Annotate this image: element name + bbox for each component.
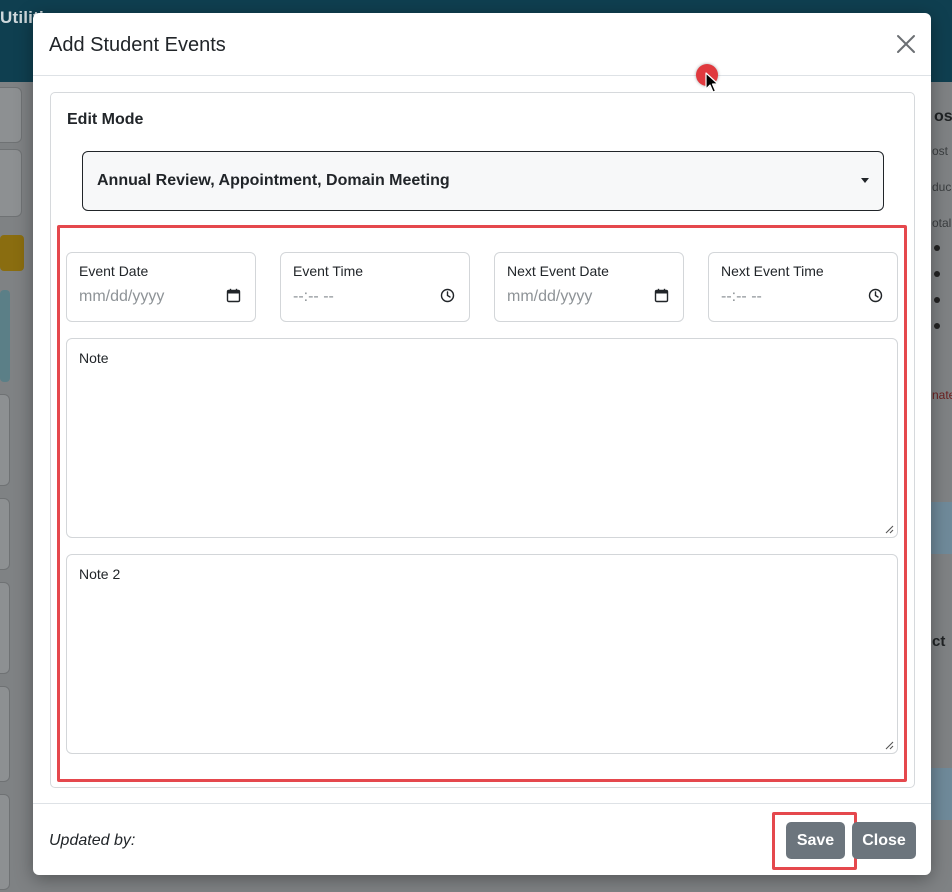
background-card (0, 582, 10, 674)
event-time-label: Event Time (293, 263, 364, 279)
background-bullet (934, 271, 940, 277)
add-student-events-modal: Add Student Events Edit Mode Annual Revi… (33, 13, 931, 875)
background-card (0, 87, 22, 143)
close-button[interactable]: Close (852, 822, 916, 859)
next-event-date-label: Next Event Date (507, 263, 609, 279)
event-date-field[interactable]: Event Date mm/dd/yyyy (66, 252, 256, 322)
event-date-label: Event Date (79, 263, 149, 279)
note-2-textarea[interactable]: Note 2 (66, 554, 898, 754)
next-event-time-input[interactable]: --:-- -- (721, 288, 762, 306)
event-time-field[interactable]: Event Time --:-- -- (280, 252, 470, 322)
background-card (0, 498, 10, 570)
background-text: duca (932, 180, 952, 194)
modal-title: Add Student Events (49, 34, 226, 56)
updated-by-label: Updated by: (49, 832, 136, 849)
background-bullet (934, 297, 940, 303)
note-textarea[interactable]: Note (66, 338, 898, 538)
background-text: otal (932, 216, 952, 230)
note-2-label: Note 2 (79, 566, 121, 582)
event-type-select[interactable]: Annual Review, Appointment, Domain Meeti… (82, 151, 884, 211)
clock-icon[interactable] (868, 288, 883, 303)
background-link: nate (932, 388, 952, 402)
save-button[interactable]: Save (786, 822, 845, 859)
note-label: Note (79, 350, 109, 366)
background-text: ost (932, 144, 949, 158)
resize-handle-icon[interactable] (885, 525, 894, 534)
background-card (0, 686, 10, 782)
background-card (0, 794, 10, 890)
resize-handle-icon[interactable] (885, 741, 894, 750)
close-icon[interactable] (895, 33, 917, 55)
background-heading: ct (932, 633, 946, 650)
background-panel (931, 768, 952, 820)
background-bullet (934, 323, 940, 329)
calendar-icon[interactable] (226, 288, 241, 303)
modal-header: Add Student Events (33, 13, 931, 76)
background-panel (0, 290, 10, 382)
next-event-date-field[interactable]: Next Event Date mm/dd/yyyy (494, 252, 684, 322)
clock-icon[interactable] (440, 288, 455, 303)
event-time-input[interactable]: --:-- -- (293, 288, 334, 306)
background-card (0, 149, 22, 217)
next-event-time-field[interactable]: Next Event Time --:-- -- (708, 252, 898, 322)
chevron-down-icon (861, 178, 869, 183)
next-event-date-input[interactable]: mm/dd/yyyy (507, 288, 592, 306)
event-date-input[interactable]: mm/dd/yyyy (79, 288, 164, 306)
background-panel (931, 502, 952, 554)
background-heading: os (934, 108, 952, 125)
calendar-icon[interactable] (654, 288, 669, 303)
edit-mode-label: Edit Mode (67, 111, 144, 128)
modal-footer: Updated by: Save Close (33, 803, 931, 875)
mouse-cursor-icon (705, 72, 719, 94)
background-bullet (934, 245, 940, 251)
event-type-select-value: Annual Review, Appointment, Domain Meeti… (97, 172, 450, 189)
background-card (0, 394, 10, 486)
next-event-time-label: Next Event Time (721, 263, 824, 279)
background-check-badge (0, 235, 24, 271)
